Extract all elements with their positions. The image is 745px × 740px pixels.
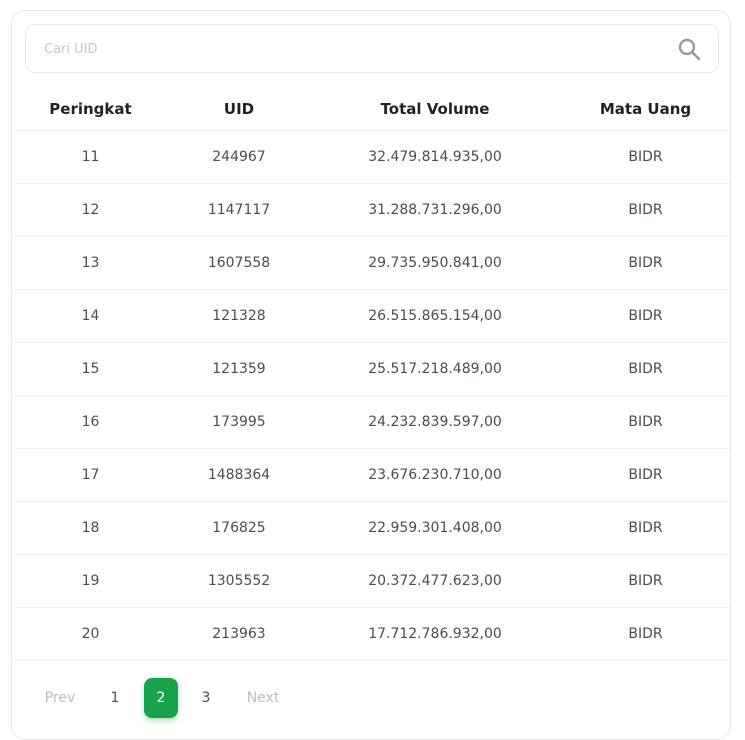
cell-currency: BIDR (561, 607, 730, 661)
table-row: 14 121328 26.515.865.154,00 BIDR (12, 289, 730, 343)
next-button[interactable]: Next (245, 678, 281, 718)
cell-total-volume: 17.712.786.932,00 (309, 607, 561, 661)
cell-uid: 1607558 (169, 236, 309, 290)
table-row: 17 1488364 23.676.230.710,00 BIDR (12, 448, 730, 502)
cell-uid: 121359 (169, 342, 309, 396)
header-total-volume: Total Volume (309, 88, 561, 131)
cell-total-volume: 25.517.218.489,00 (309, 342, 561, 396)
page-button-1[interactable]: 1 (98, 678, 132, 718)
cell-total-volume: 32.479.814.935,00 (309, 130, 561, 184)
cell-currency: BIDR (561, 289, 730, 343)
search-input[interactable] (42, 25, 666, 74)
cell-rank: 19 (12, 554, 169, 608)
cell-uid: 121328 (169, 289, 309, 343)
cell-uid: 1147117 (169, 183, 309, 237)
page-button-2[interactable]: 2 (144, 678, 178, 718)
cell-currency: BIDR (561, 448, 730, 502)
cell-rank: 20 (12, 607, 169, 661)
header-rank: Peringkat (12, 88, 169, 131)
search-box[interactable] (25, 24, 719, 74)
cell-rank: 17 (12, 448, 169, 502)
page-button-3[interactable]: 3 (189, 678, 223, 718)
cell-total-volume: 24.232.839.597,00 (309, 395, 561, 449)
table-row: 15 121359 25.517.218.489,00 BIDR (12, 342, 730, 396)
cell-currency: BIDR (561, 501, 730, 555)
cell-total-volume: 31.288.731.296,00 (309, 183, 561, 237)
cell-currency: BIDR (561, 554, 730, 608)
ranking-table: Peringkat UID Total Volume Mata Uang 11 2… (12, 88, 730, 661)
table-header-row: Peringkat UID Total Volume Mata Uang (12, 88, 730, 131)
cell-total-volume: 29.735.950.841,00 (309, 236, 561, 290)
cell-rank: 16 (12, 395, 169, 449)
table-row: 11 244967 32.479.814.935,00 BIDR (12, 130, 730, 184)
prev-button[interactable]: Prev (43, 678, 77, 718)
cell-total-volume: 26.515.865.154,00 (309, 289, 561, 343)
pagination: Prev 1 2 3 Next (12, 676, 730, 720)
cell-rank: 18 (12, 501, 169, 555)
table-row: 13 1607558 29.735.950.841,00 BIDR (12, 236, 730, 290)
cell-rank: 14 (12, 289, 169, 343)
cell-rank: 12 (12, 183, 169, 237)
cell-rank: 13 (12, 236, 169, 290)
leaderboard-card: Peringkat UID Total Volume Mata Uang 112… (11, 10, 731, 740)
cell-currency: BIDR (561, 236, 730, 290)
header-uid: UID (169, 88, 309, 131)
cell-total-volume: 20.372.477.623,00 (309, 554, 561, 608)
cell-uid: 176825 (169, 501, 309, 555)
table-row: 16 173995 24.232.839.597,00 BIDR (12, 395, 730, 449)
cell-currency: BIDR (561, 395, 730, 449)
table-row: 20 213963 17.712.786.932,00 BIDR (12, 607, 730, 661)
cell-uid: 173995 (169, 395, 309, 449)
cell-currency: BIDR (561, 342, 730, 396)
header-currency: Mata Uang (561, 88, 730, 131)
table-row: 18 176825 22.959.301.408,00 BIDR (12, 501, 730, 555)
search-icon[interactable] (677, 37, 701, 61)
table-row: 12 1147117 31.288.731.296,00 BIDR (12, 183, 730, 237)
cell-currency: BIDR (561, 183, 730, 237)
cell-rank: 11 (12, 130, 169, 184)
cell-total-volume: 22.959.301.408,00 (309, 501, 561, 555)
table-row: 19 1305552 20.372.477.623,00 BIDR (12, 554, 730, 608)
cell-uid: 1488364 (169, 448, 309, 502)
cell-rank: 15 (12, 342, 169, 396)
cell-uid: 1305552 (169, 554, 309, 608)
cell-uid: 244967 (169, 130, 309, 184)
cell-uid: 213963 (169, 607, 309, 661)
cell-currency: BIDR (561, 130, 730, 184)
cell-total-volume: 23.676.230.710,00 (309, 448, 561, 502)
